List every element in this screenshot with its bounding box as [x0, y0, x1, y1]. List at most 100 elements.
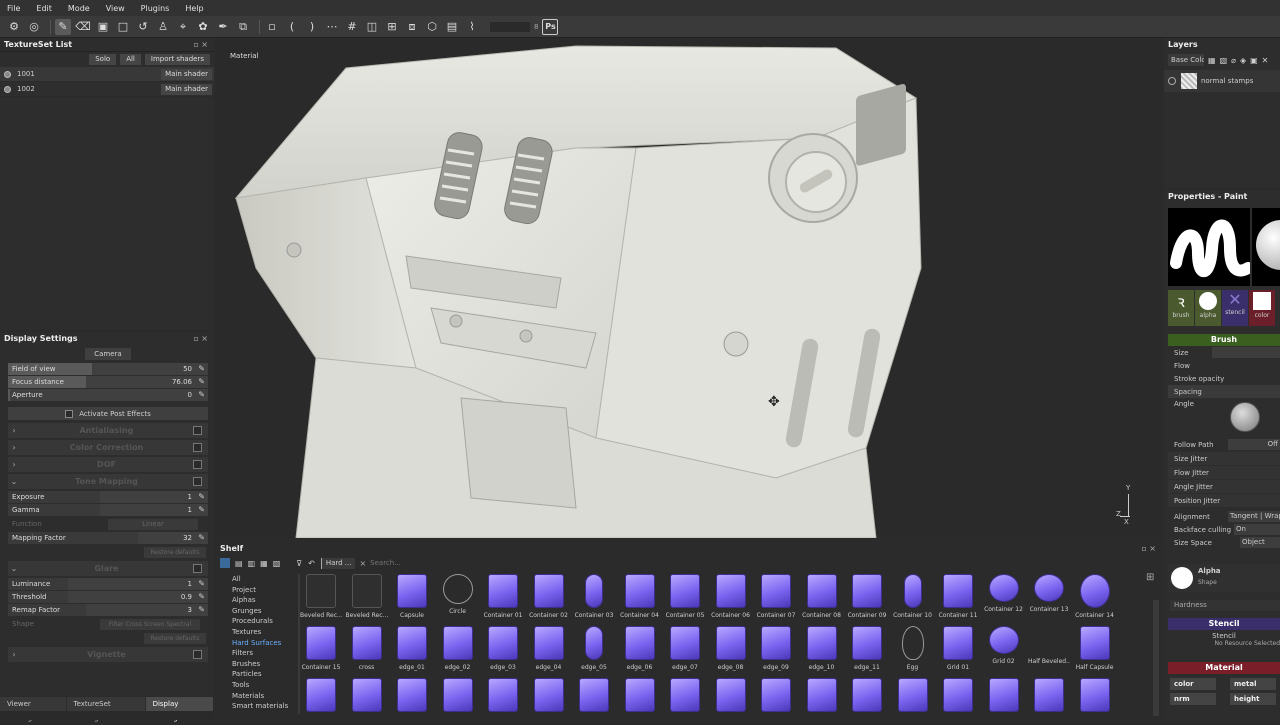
shelf-item[interactable]: Container 15	[300, 626, 342, 671]
visibility-radio[interactable]	[4, 70, 11, 78]
grid-view-icon[interactable]: ⊞	[1146, 572, 1154, 583]
shelf-item[interactable]	[664, 678, 706, 712]
paint-brush-icon[interactable]: ✎	[55, 18, 71, 35]
shelf-item[interactable]	[391, 678, 433, 712]
threshold-slider[interactable]: Threshold 0.9 ✎	[8, 591, 208, 603]
cube-icon[interactable]: ⬡	[424, 19, 440, 35]
post-effects-checkbox[interactable]	[65, 409, 74, 418]
panel-close-icon[interactable]: ▫ ×	[1141, 542, 1156, 556]
post-effects-toggle[interactable]: Activate Post Effects	[8, 407, 208, 420]
category-grunges[interactable]: Grunges	[232, 606, 298, 617]
section-checkbox[interactable]	[193, 564, 202, 573]
display-mode-icon[interactable]: ⊞	[384, 19, 400, 35]
shape-dropdown[interactable]: Filter Cross Screen Spectral	[100, 618, 200, 630]
particle-brush-icon[interactable]: ✿	[195, 19, 211, 35]
mirror-left-icon[interactable]: (	[284, 19, 300, 35]
shelf-item[interactable]: Container 14	[1074, 574, 1116, 619]
shelf-item[interactable]	[710, 678, 752, 712]
tone-mapping-section[interactable]: ⌄ Tone Mapping	[8, 474, 208, 489]
projection-icon[interactable]: ▣	[95, 19, 111, 35]
section-checkbox[interactable]	[193, 426, 202, 435]
shelf-item[interactable]: Capsule	[391, 574, 433, 619]
mapping-factor-slider[interactable]: Mapping Factor 32 ✎	[8, 532, 208, 544]
channel-height-toggle[interactable]: height	[1230, 693, 1276, 705]
shelf-item[interactable]	[892, 678, 934, 712]
render-icon[interactable]: ⌇	[464, 19, 480, 35]
shelf-item[interactable]: Container 10	[892, 574, 934, 619]
brush-count-slider[interactable]	[490, 21, 530, 32]
shelf-item[interactable]: Container 06	[710, 574, 752, 619]
shelf-item[interactable]: Grid 01	[937, 626, 979, 671]
shelf-item[interactable]: Half Capsule	[1074, 626, 1116, 671]
channel-nrm-toggle[interactable]: nrm	[1170, 693, 1216, 705]
settings-icon[interactable]: ◎	[26, 19, 42, 35]
tab-viewer-settings[interactable]: Viewer Settings	[0, 697, 66, 722]
shelf-item[interactable]: edge_04	[528, 626, 570, 671]
3d-viewport[interactable]: Material ✥ Y Z X	[216, 38, 1162, 538]
textureset-item[interactable]: 1002 Main shader	[0, 82, 214, 97]
shelf-item[interactable]: edge_03	[482, 626, 524, 671]
fill-layer-icon[interactable]: ▧	[1220, 56, 1228, 65]
stencil-slot[interactable]: ✕ stencil	[1222, 290, 1248, 326]
shelf-item[interactable]: Container 11	[937, 574, 979, 619]
flow-jitter-slider[interactable]: Flow Jitter	[1168, 466, 1280, 479]
dof-section[interactable]: › DOF	[8, 457, 208, 472]
shelf-item[interactable]	[801, 678, 843, 712]
import-shaders-button[interactable]: Import shaders	[144, 54, 210, 65]
shelf-item[interactable]	[346, 678, 388, 712]
material-picker-icon[interactable]: ⌖	[175, 19, 191, 35]
shelf-item[interactable]: edge_07	[664, 626, 706, 671]
category-materials[interactable]: Materials	[232, 691, 298, 702]
stencil-section-header[interactable]: Stencil	[1168, 618, 1280, 630]
brush-section-header[interactable]: Brush	[1168, 334, 1280, 346]
size-slider[interactable]: Size	[1168, 346, 1280, 359]
edit-pencil-icon[interactable]: ✎	[198, 504, 205, 516]
remap-factor-slider[interactable]: Remap Factor 3 ✎	[8, 604, 208, 616]
shelf-filter-tag[interactable]: Hard ...	[320, 557, 356, 569]
angle-control[interactable]: Angle	[1168, 398, 1280, 438]
luminance-slider[interactable]: Luminance 1 ✎	[8, 578, 208, 590]
stroke-opacity-slider[interactable]: Stroke opacity	[1168, 372, 1280, 385]
size-space-dropdown[interactable]: Object	[1240, 537, 1280, 548]
shelf-item[interactable]: edge_05	[573, 626, 615, 671]
bounding-box-icon[interactable]: ◫	[364, 19, 380, 35]
menu-view[interactable]: View	[106, 4, 125, 13]
shelf-item[interactable]: edge_11	[846, 626, 888, 671]
field-of-view-slider[interactable]: Field of view 50 ✎	[8, 363, 208, 375]
edit-pencil-icon[interactable]: ✎	[198, 389, 205, 401]
shelf-item[interactable]: edge_06	[619, 626, 661, 671]
shelf-item[interactable]: Container 13	[1028, 574, 1070, 613]
shelf-item[interactable]: edge_10	[801, 626, 843, 671]
shelf-item[interactable]: edge_02	[437, 626, 479, 671]
shader-selector[interactable]: Main shader	[161, 84, 212, 95]
shelf-item[interactable]	[755, 678, 797, 712]
angle-dial[interactable]	[1230, 402, 1260, 432]
color-slot[interactable]: color	[1249, 290, 1275, 326]
shelf-grid-scrollbar[interactable]	[1153, 600, 1159, 716]
polygon-fill-icon[interactable]: □	[115, 19, 131, 35]
channel-metal-toggle[interactable]: metal	[1230, 678, 1276, 690]
category-project[interactable]: Project	[232, 585, 298, 596]
shelf-item[interactable]	[482, 678, 524, 712]
symmetry-x-icon[interactable]: ▫	[264, 19, 280, 35]
vignette-section[interactable]: › Vignette	[8, 647, 208, 662]
color-correction-section[interactable]: › Color Correction	[8, 440, 208, 455]
shelf-search-input[interactable]	[370, 557, 1131, 569]
filter-icon[interactable]: ⊽	[296, 559, 302, 568]
edit-pencil-icon[interactable]: ✎	[198, 363, 205, 375]
glare-section[interactable]: ⌄ Glare	[8, 561, 208, 576]
eraser-icon[interactable]: ⌫	[75, 19, 91, 35]
backface-toggle[interactable]: On	[1234, 524, 1280, 535]
size-jitter-slider[interactable]: Size Jitter	[1168, 452, 1280, 465]
alpha-slot[interactable]: alpha	[1195, 290, 1221, 326]
shelf-item[interactable]: Container 03	[573, 574, 615, 619]
channel-dropdown[interactable]: Base Colc	[1168, 54, 1204, 66]
export-icon[interactable]: ▦	[260, 559, 268, 568]
panel-close-icon[interactable]: ▫ ×	[193, 332, 208, 346]
spacing-slider[interactable]: Spacing	[1168, 385, 1280, 398]
solo-button[interactable]: Solo	[89, 54, 117, 65]
shelf-item[interactable]: Container 01	[482, 574, 524, 619]
edit-pencil-icon[interactable]: ✎	[198, 591, 205, 603]
tab-textureset-settings[interactable]: TextureSet Settings	[66, 697, 145, 722]
camera-orbit-icon[interactable]: ⚙	[6, 19, 22, 35]
